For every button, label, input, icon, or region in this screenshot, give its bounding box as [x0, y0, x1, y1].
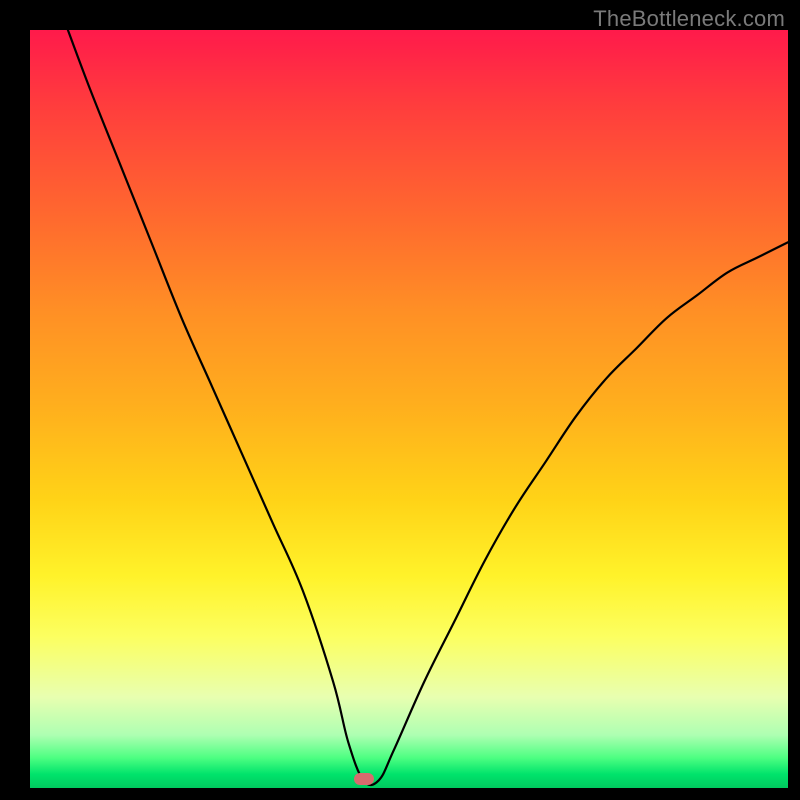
- minimum-marker: [354, 773, 374, 785]
- bottleneck-curve-path: [68, 30, 788, 785]
- watermark-text: TheBottleneck.com: [593, 6, 785, 32]
- chart-plot: [30, 30, 788, 788]
- chart-stage: TheBottleneck.com: [0, 0, 800, 800]
